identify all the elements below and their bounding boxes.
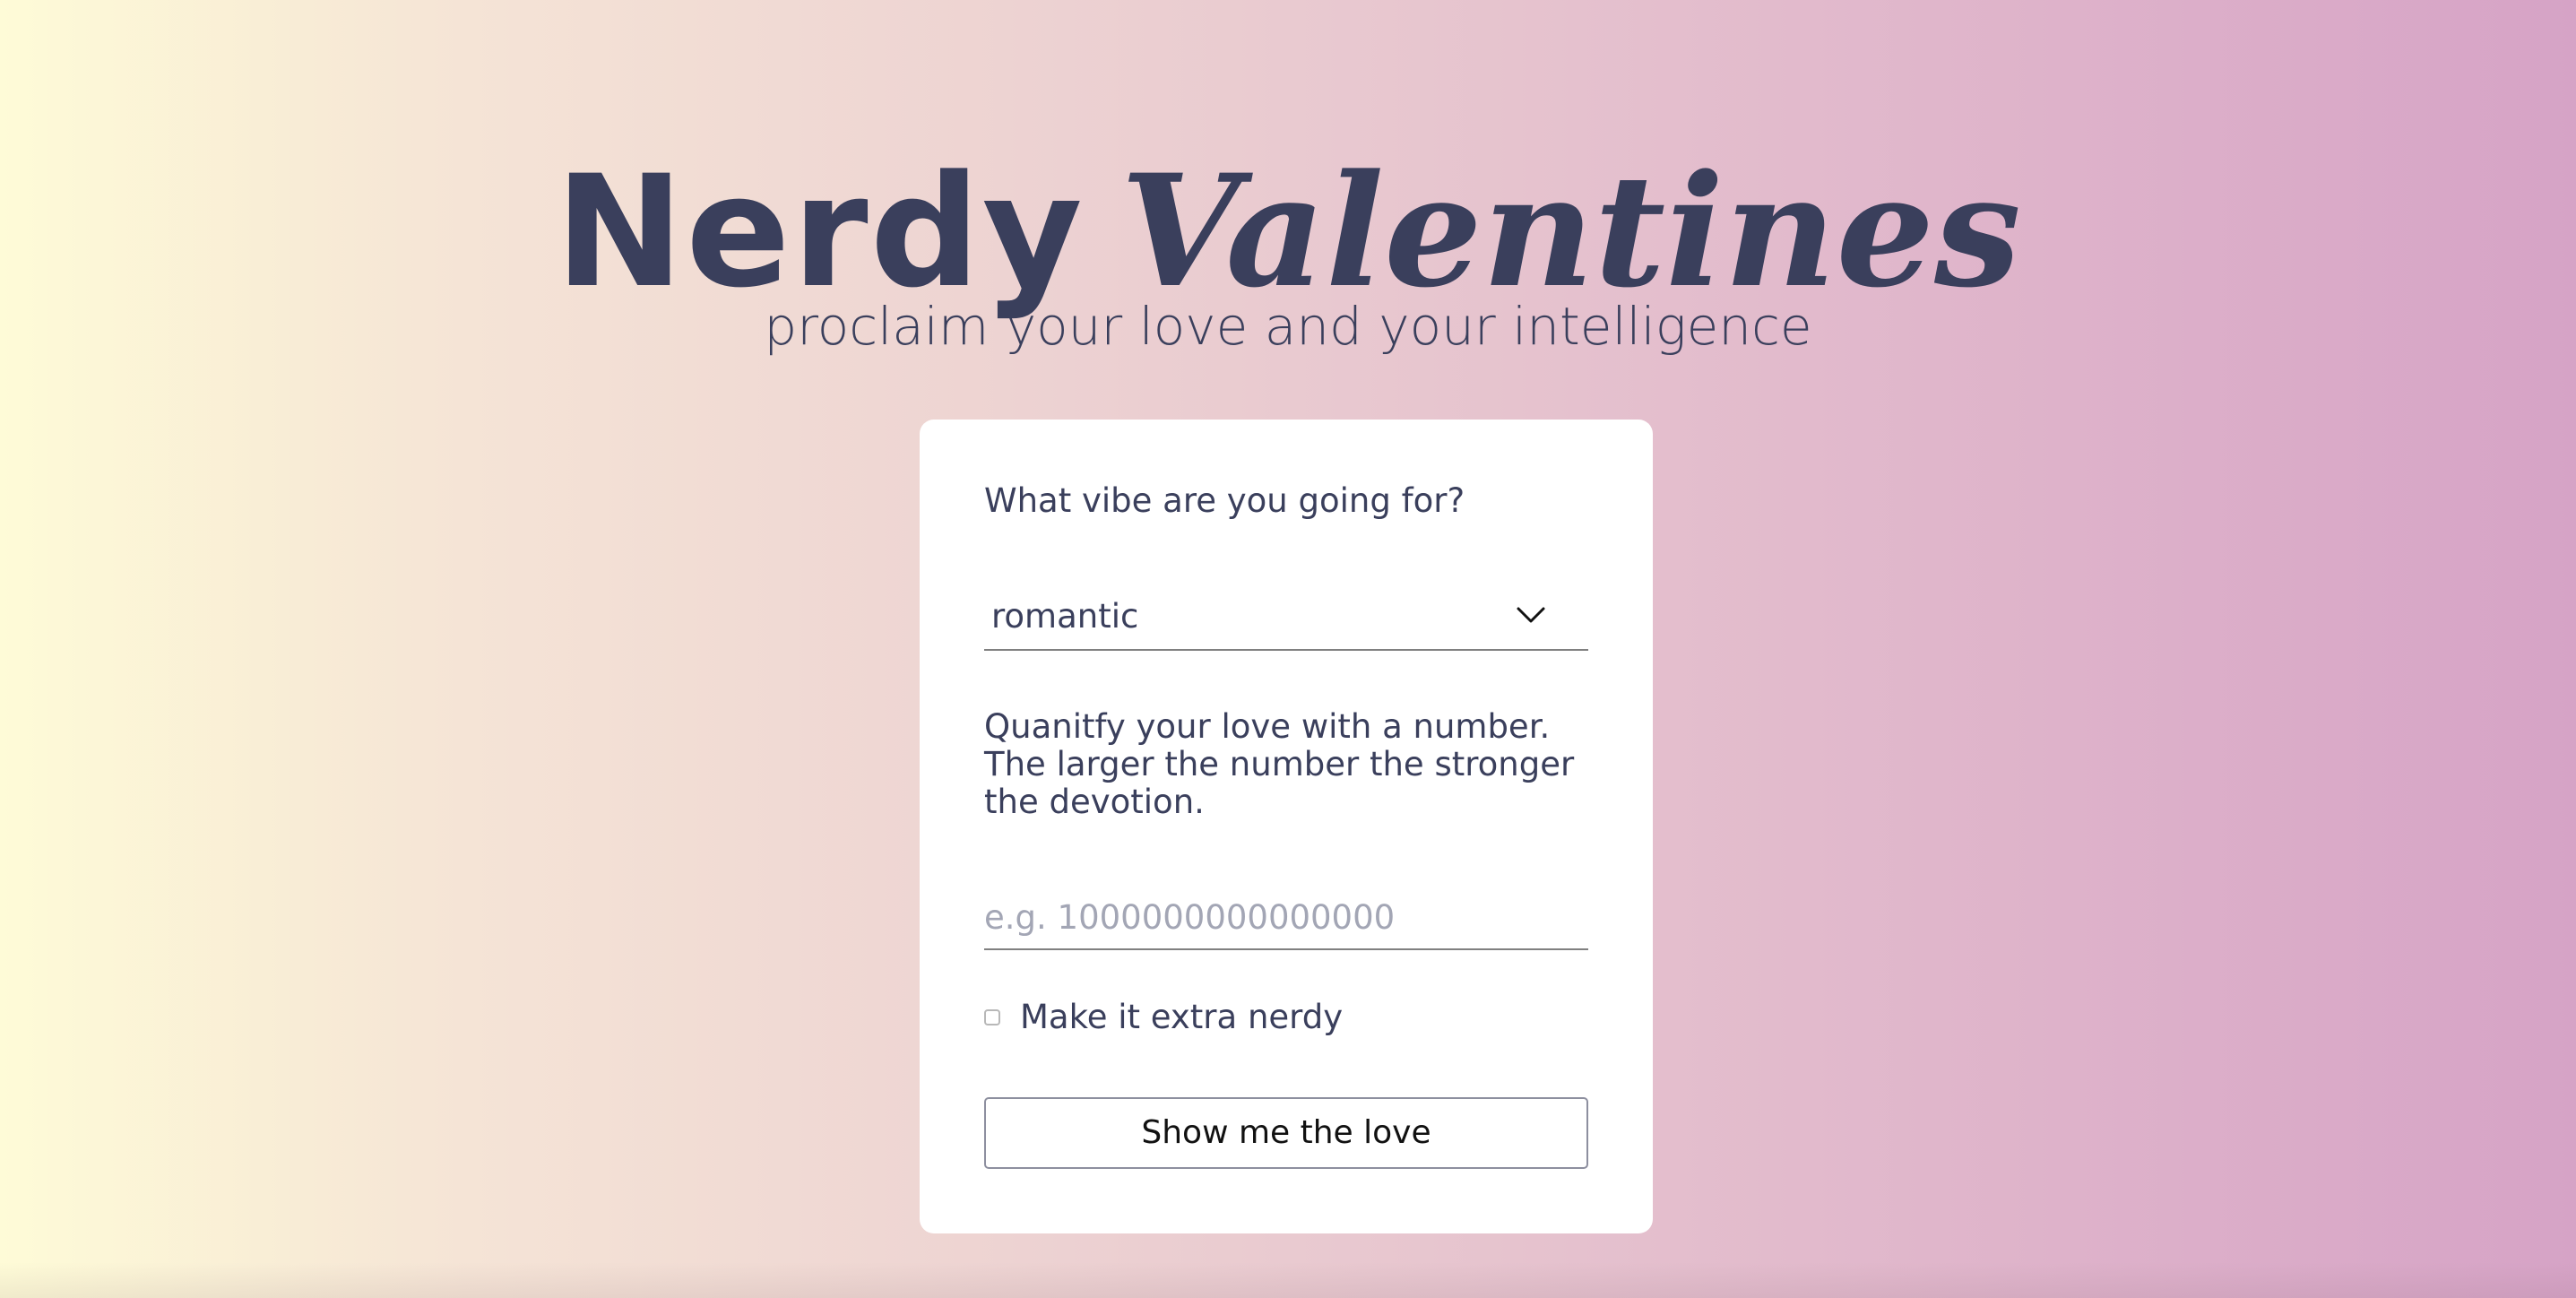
extra-nerdy-checkbox[interactable] (984, 1008, 1000, 1025)
bottom-shadow (0, 1262, 2576, 1298)
vibe-label: What vibe are you going for? (984, 481, 1465, 520)
title-word-valentines: Valentines (1119, 140, 2021, 323)
extra-nerdy-row[interactable]: Make it extra nerdy (984, 998, 1343, 1036)
love-number-input[interactable] (984, 886, 1588, 950)
valentine-form-card: What vibe are you going for? romantic Qu… (920, 420, 1653, 1233)
vibe-select-value: romantic (991, 597, 1139, 636)
chevron-down-icon (1517, 607, 1545, 623)
extra-nerdy-label[interactable]: Make it extra nerdy (1020, 998, 1343, 1036)
show-love-button[interactable]: Show me the love (984, 1097, 1588, 1169)
page-subtitle: proclaim your love and your intelligence (764, 296, 1812, 357)
number-label: Quanitfy your love with a number. The la… (984, 707, 1575, 821)
vibe-select[interactable]: romantic (984, 586, 1588, 651)
